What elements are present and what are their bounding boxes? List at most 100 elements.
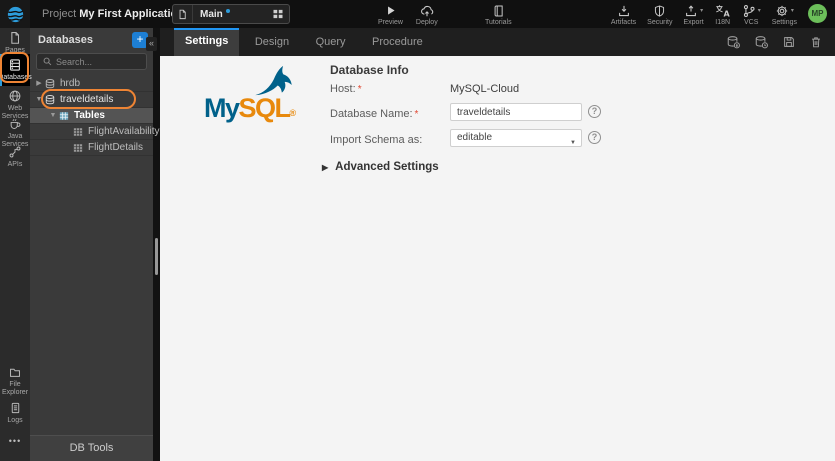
collapse-caret-icon[interactable]: ▼ [34, 92, 44, 107]
logs-label: Logs [7, 417, 23, 424]
main-sidebar: Pages Databases Web Services Java Servic… [0, 28, 32, 461]
mysql-logo-registered: ® [289, 108, 297, 118]
logs-document-icon [11, 402, 19, 414]
sidebar-more-button[interactable]: ••• [0, 436, 30, 446]
deploy-label: Deploy [415, 19, 438, 26]
security-shield-icon [653, 3, 666, 18]
svg-text:A: A [723, 9, 730, 18]
database-cylinder-icon [44, 94, 56, 106]
databases-icon [10, 59, 20, 71]
panel-scrollbar[interactable] [153, 28, 160, 461]
artifacts-button[interactable]: Artifacts [611, 0, 636, 26]
db-tools-button[interactable]: DB Tools [30, 435, 153, 461]
workspace: Settings Design Query Procedure MySQL® D… [160, 28, 835, 461]
databases-label: Databases [0, 74, 32, 81]
settings-caret-icon: ▾ [790, 8, 794, 14]
database-toolbar [726, 35, 823, 50]
delete-trash-icon[interactable] [809, 35, 823, 50]
deploy-button[interactable]: Deploy [416, 0, 438, 26]
mysql-logo: MySQL® [202, 64, 322, 128]
i18n-button[interactable]: A I18N [715, 0, 731, 26]
databases-panel-header: Databases + [30, 28, 153, 52]
preview-button[interactable]: Preview [378, 0, 403, 26]
database-cylinder-icon [44, 78, 56, 90]
security-button[interactable]: Security [647, 0, 672, 26]
collapse-caret-icon[interactable]: ▼ [48, 108, 58, 123]
scrollbar-thumb[interactable] [155, 238, 158, 275]
sidebar-item-databases[interactable]: Databases [0, 54, 32, 86]
tree-node-label: traveldetails [60, 94, 114, 105]
advanced-settings-toggle[interactable]: ▶ Advanced Settings [322, 161, 439, 173]
pages-icon [11, 32, 20, 44]
tree-node-traveldetails[interactable]: ▼ traveldetails [30, 92, 153, 108]
deploy-cloud-icon [419, 3, 435, 18]
artifacts-label: Artifacts [610, 19, 637, 26]
page-icon [173, 5, 193, 23]
tutorials-label: Tutorials [485, 19, 512, 26]
sidebar-item-apis[interactable]: APIs [0, 145, 30, 169]
apis-connector-icon [9, 146, 21, 158]
web-services-globe-icon [9, 90, 21, 102]
host-label: Host: * [330, 83, 362, 95]
tree-node-tables[interactable]: ▼ Tables [30, 108, 153, 124]
sidebar-item-file-explorer[interactable]: File Explorer [0, 366, 30, 397]
wavemaker-logo[interactable] [0, 0, 30, 28]
tab-procedure[interactable]: Procedure [361, 30, 434, 56]
db-update-icon[interactable] [726, 35, 741, 50]
database-search-box[interactable] [36, 53, 147, 70]
export-label: Export [683, 19, 704, 26]
pages-grid-icon[interactable] [272, 8, 284, 20]
tab-settings[interactable]: Settings [174, 28, 240, 56]
mysql-logo-my: My [204, 93, 240, 123]
section-title: Database Info [330, 63, 409, 77]
tree-node-hrdb[interactable]: ▶ hrdb [30, 76, 153, 92]
db-sync-icon[interactable] [754, 35, 769, 50]
tree-node-flightdetails[interactable]: FlightDetails [30, 140, 153, 156]
tutorials-button[interactable]: Tutorials [485, 0, 512, 26]
settings-gear-icon [776, 5, 788, 16]
tab-query[interactable]: Query [305, 30, 357, 56]
settings-pane: MySQL® Database Info Host: * MySQL-Cloud … [160, 56, 835, 461]
panel-collapse-button[interactable]: « [146, 37, 157, 51]
file-explorer-folder-icon [10, 368, 20, 377]
tree-node-label: Tables [74, 110, 105, 121]
database-name-label: Database Name: * [330, 108, 419, 120]
databases-panel-title: Databases [38, 34, 94, 46]
vcs-caret-icon: ▾ [757, 8, 761, 14]
active-page-selector[interactable]: Main [172, 4, 290, 24]
export-button[interactable]: ▾ Export [683, 0, 704, 26]
tree-node-label: FlightDetails [88, 142, 144, 153]
search-input[interactable] [56, 56, 136, 67]
project-name: My First Application [79, 8, 184, 20]
apis-label: APIs [7, 161, 23, 168]
mysql-logo-sql: SQL [238, 93, 292, 123]
settings-button[interactable]: ▾ Settings [772, 0, 797, 26]
tree-node-flightavailability[interactable]: FlightAvailability [30, 124, 160, 140]
search-icon [43, 57, 52, 66]
vcs-button[interactable]: ▾ VCS [742, 0, 761, 26]
expand-caret-icon[interactable]: ▶ [34, 76, 44, 91]
java-services-cup-icon [10, 119, 21, 129]
table-icon [72, 126, 84, 138]
import-schema-help-icon[interactable]: ? [588, 131, 601, 144]
sidebar-item-pages[interactable]: Pages [0, 31, 30, 55]
database-name-input[interactable] [450, 103, 582, 121]
tab-design[interactable]: Design [244, 30, 300, 56]
tree-node-label: FlightAvailability [88, 126, 160, 137]
sidebar-item-logs[interactable]: Logs [0, 401, 30, 425]
advanced-settings-caret-icon: ▶ [322, 163, 329, 172]
database-name-help-icon[interactable]: ? [588, 105, 601, 118]
tutorials-book-icon [492, 3, 505, 18]
workspace-tabbar: Settings Design Query Procedure [160, 28, 835, 56]
import-schema-select[interactable]: editable ▼ [450, 129, 582, 147]
app-window: Project My First Application › Main Prev… [0, 0, 835, 461]
save-icon[interactable] [782, 35, 796, 50]
security-label: Security [647, 19, 673, 26]
i18n-translate-icon: A [715, 3, 731, 18]
tree-node-label: hrdb [60, 78, 81, 89]
user-avatar[interactable]: MP [808, 4, 827, 23]
select-caret-icon: ▼ [570, 140, 576, 146]
artifacts-download-icon [617, 3, 631, 18]
import-schema-label: Import Schema as: [330, 134, 423, 146]
file-explorer-label: File Explorer [1, 381, 29, 396]
